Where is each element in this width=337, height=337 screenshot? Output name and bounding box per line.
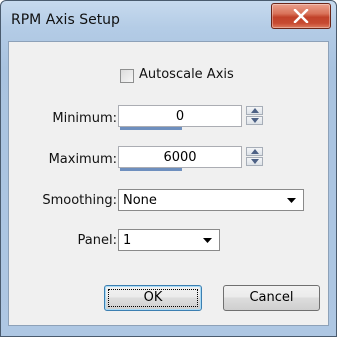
cancel-button[interactable]: Cancel	[223, 285, 320, 311]
dropdown-arrow-icon	[287, 198, 296, 203]
maximum-input[interactable]: 6000	[118, 146, 242, 171]
maximum-label: Maximum:	[48, 152, 117, 167]
minimum-underline	[120, 127, 182, 130]
minimum-spin-down[interactable]	[246, 116, 263, 125]
autoscale-checkbox[interactable]	[120, 69, 134, 83]
minimum-spin-up[interactable]	[246, 106, 263, 115]
dialog-window: RPM Axis Setup Autoscale Axis Minimum: 0…	[0, 0, 337, 337]
dialog-body: Autoscale Axis Minimum: 0 Maximum: 6000 …	[8, 41, 329, 326]
close-x-icon	[293, 9, 309, 23]
minimum-label: Minimum:	[52, 111, 117, 126]
panel-selected-value: 1	[123, 233, 132, 248]
window-title: RPM Axis Setup	[11, 12, 120, 28]
autoscale-label[interactable]: Autoscale Axis	[139, 67, 234, 82]
panel-label: Panel:	[77, 233, 117, 248]
smoothing-selected-value: None	[123, 193, 157, 208]
dropdown-arrow-icon	[203, 238, 212, 243]
spin-up-icon	[251, 108, 259, 113]
maximum-spin-up[interactable]	[246, 147, 263, 156]
cancel-button-label: Cancel	[249, 290, 294, 305]
spin-down-icon	[251, 159, 259, 164]
spin-up-icon	[251, 149, 259, 154]
smoothing-label: Smoothing:	[42, 193, 117, 208]
minimum-input[interactable]: 0	[118, 105, 242, 130]
close-button[interactable]	[271, 3, 331, 29]
focus-rectangle	[108, 289, 198, 307]
smoothing-dropdown[interactable]: None	[118, 189, 304, 211]
maximum-spin-down[interactable]	[246, 157, 263, 166]
maximum-underline	[120, 168, 182, 171]
maximum-value: 6000	[163, 150, 197, 165]
ok-button[interactable]: OK	[104, 285, 202, 311]
panel-dropdown[interactable]: 1	[118, 229, 220, 251]
spin-down-icon	[251, 118, 259, 123]
title-bar[interactable]: RPM Axis Setup	[1, 1, 336, 39]
minimum-value: 0	[175, 109, 185, 124]
